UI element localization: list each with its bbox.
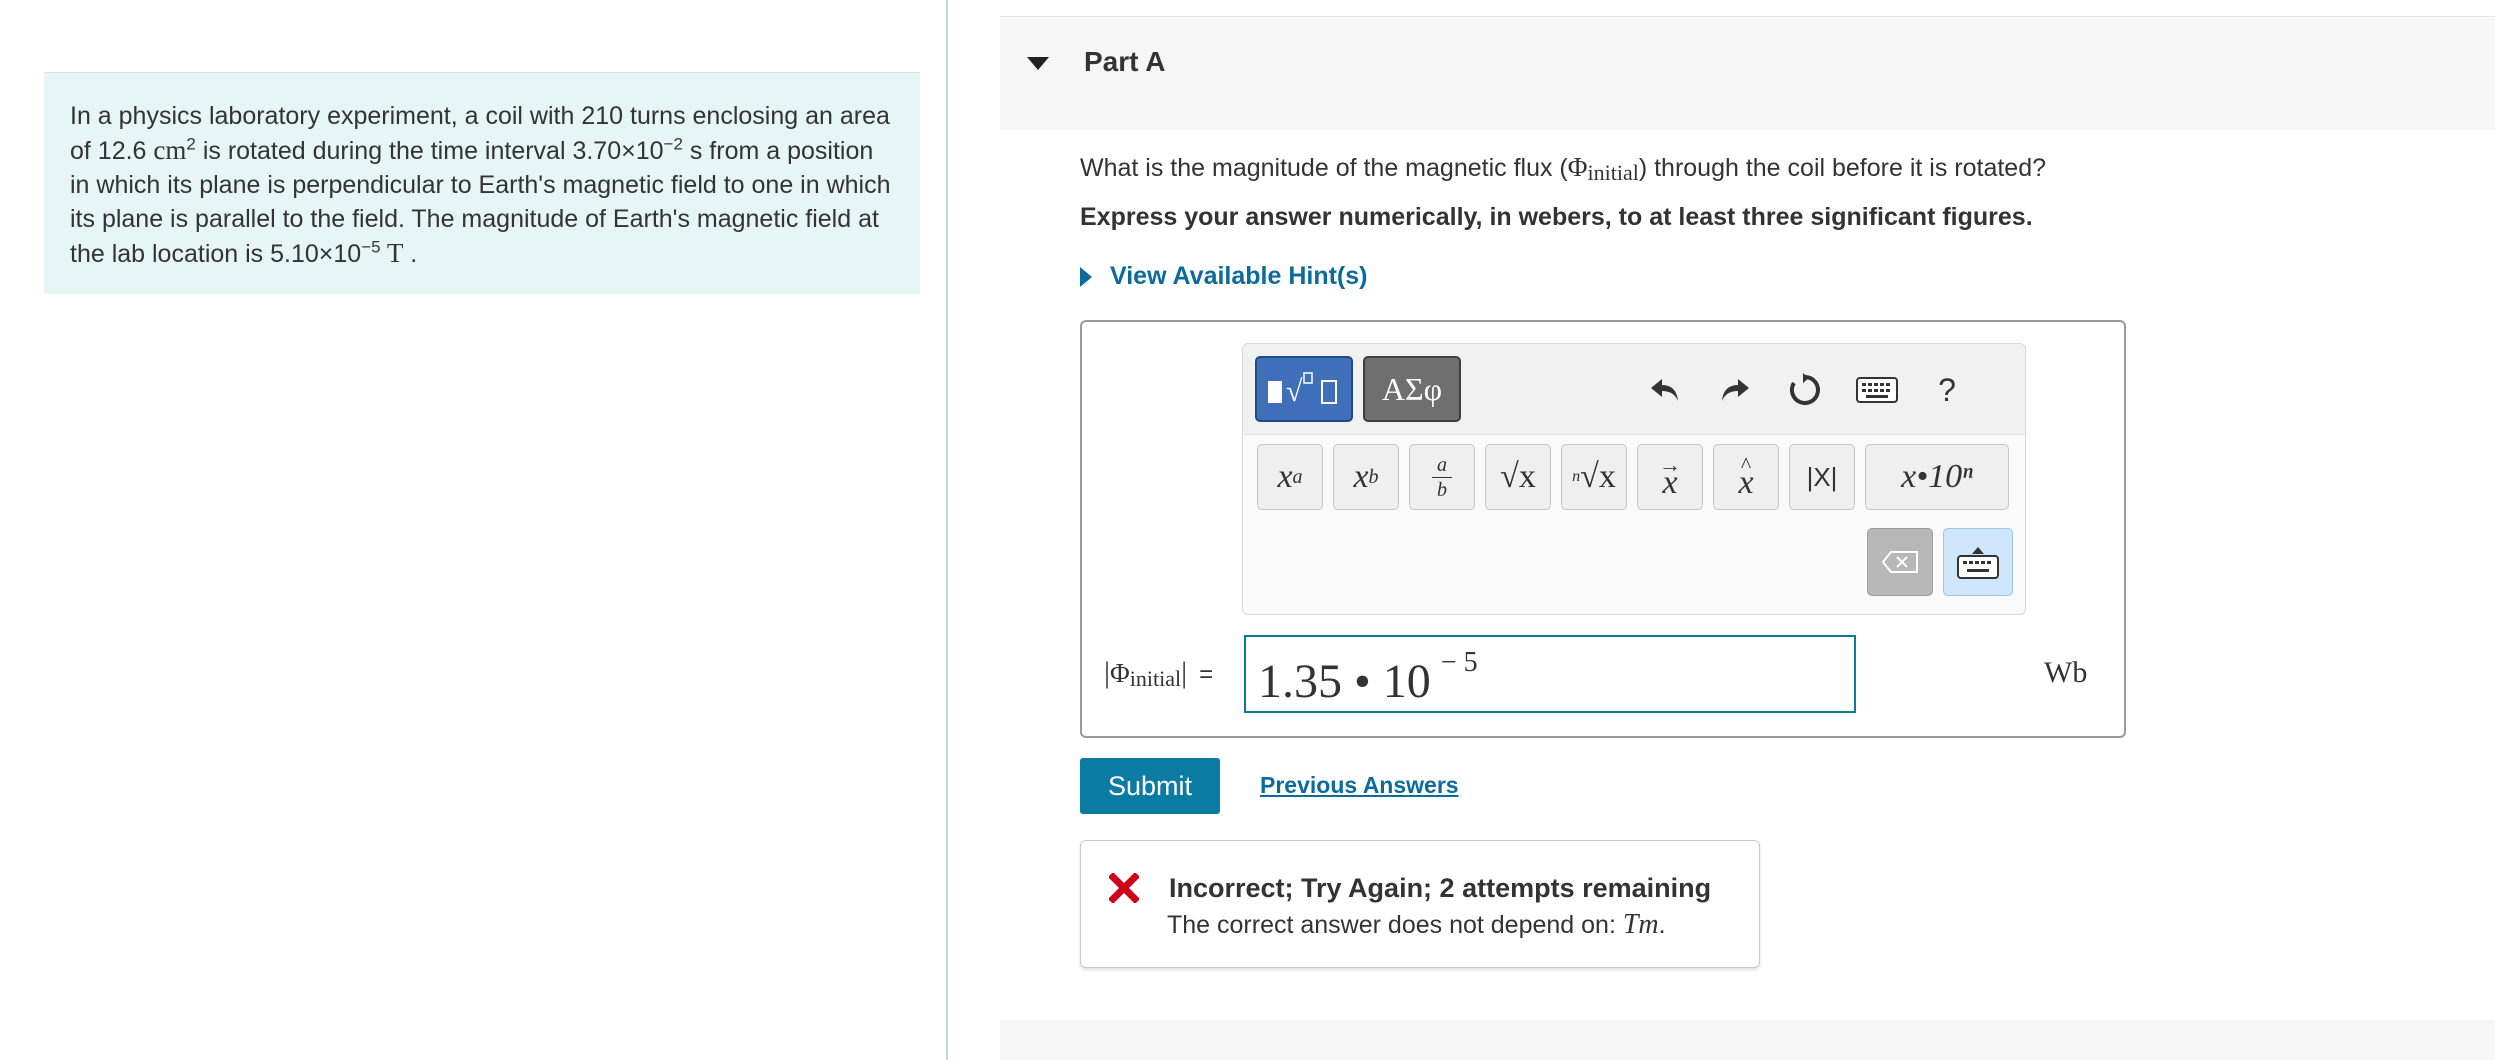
- question-prefix: What is the magnitude of the magnetic fl…: [1080, 154, 1568, 182]
- unit-vector-var: x: [1738, 464, 1754, 501]
- feedback-text-suffix: .: [1658, 911, 1666, 939]
- submit-button[interactable]: Submit: [1080, 758, 1220, 814]
- answer-unit: Wb: [2044, 656, 2088, 689]
- view-hints-toggle[interactable]: View Available Hint(s): [1080, 262, 1367, 291]
- fraction-bar: [1432, 476, 1452, 478]
- superscript-key[interactable]: xa: [1257, 444, 1323, 510]
- next-part-header[interactable]: [1000, 1020, 2495, 1060]
- nth-root-index: n: [1572, 468, 1581, 485]
- feedback-title: Incorrect; Try Again; 2 attempts remaini…: [1169, 873, 1712, 903]
- part-title: Part A: [1084, 46, 1166, 77]
- feedback-text: The correct answer does not depend on: T…: [1167, 909, 1666, 941]
- math-templates-button[interactable]: √: [1255, 356, 1353, 422]
- subscript-base: x: [1353, 458, 1369, 495]
- scientific-notation-key[interactable]: x•10ⁿ: [1865, 444, 2009, 510]
- absolute-value-key[interactable]: |X|: [1789, 444, 1855, 510]
- feedback-text-prefix: The correct answer does not depend on:: [1167, 911, 1623, 939]
- vector-key[interactable]: → x: [1637, 444, 1703, 510]
- superscript-exp: a: [1292, 466, 1303, 488]
- part-a-header[interactable]: [1000, 18, 2495, 130]
- previous-answers-link[interactable]: Previous Answers: [1260, 772, 1459, 799]
- templates-icon: √: [1268, 372, 1337, 408]
- answer-input[interactable]: 1.35 • 10 − 5: [1244, 635, 1856, 713]
- answer-mantissa: 1.35 • 10: [1258, 655, 1431, 708]
- answer-label-equals: =: [1199, 661, 1214, 688]
- nth-root-body: √x: [1580, 458, 1616, 495]
- top-divider: [1000, 16, 2495, 17]
- toolbar-top-row: √ ΑΣφ ?: [1243, 344, 2025, 435]
- undo-icon[interactable]: [1643, 368, 1687, 412]
- collapse-triangle-icon[interactable]: [1027, 57, 1049, 70]
- math-toolbar: √ ΑΣφ ? xa xb a b √x n √x → x ^ x |X| x•…: [1242, 343, 2026, 615]
- problem-text-2: is rotated during the time interval 3.70…: [195, 137, 664, 165]
- question-text: What is the magnitude of the magnetic fl…: [1080, 152, 2046, 186]
- answer-label: |Φinitial| =: [1104, 656, 1214, 691]
- problem-statement: In a physics laboratory experiment, a co…: [44, 72, 920, 294]
- incorrect-x-icon: [1109, 873, 1139, 903]
- problem-text-4: .: [403, 240, 418, 268]
- field-unit: T: [380, 238, 404, 268]
- fraction-denominator: b: [1437, 478, 1447, 501]
- answer-label-symbol: Φ: [1110, 658, 1130, 688]
- greek-symbols-button[interactable]: ΑΣφ: [1363, 356, 1461, 422]
- reset-icon[interactable]: [1783, 368, 1827, 412]
- help-button[interactable]: ?: [1925, 368, 1969, 412]
- expand-triangle-icon: [1080, 266, 1092, 287]
- time-exponent: −2: [663, 134, 683, 154]
- backspace-icon: [1881, 551, 1918, 573]
- question-symbol: Φ: [1567, 152, 1588, 182]
- feedback-variable: Tm: [1622, 909, 1659, 940]
- show-keyboard-key[interactable]: [1943, 528, 2013, 596]
- superscript-base: x: [1277, 458, 1293, 495]
- area-exponent: 2: [186, 134, 196, 154]
- panel-divider: [946, 0, 948, 1060]
- subscript-sub: b: [1368, 465, 1379, 488]
- area-unit: cm: [153, 135, 187, 165]
- svg-text:√: √: [1286, 375, 1303, 408]
- view-hints-label: View Available Hint(s): [1110, 262, 1368, 290]
- answer-instructions: Express your answer numerically, in webe…: [1080, 203, 2033, 231]
- question-suffix: ) through the coil before it is rotated?: [1638, 154, 2047, 182]
- sqrt-key[interactable]: √x: [1485, 444, 1551, 510]
- feedback-box: Incorrect; Try Again; 2 attempts remaini…: [1080, 840, 1760, 968]
- vector-var: x: [1662, 464, 1678, 501]
- answer-label-subscript: initial: [1129, 666, 1182, 691]
- backspace-key[interactable]: [1867, 528, 1933, 596]
- fraction-key[interactable]: a b: [1409, 444, 1475, 510]
- keyboard-icon: [1957, 555, 1999, 579]
- field-exponent: −5: [361, 237, 381, 257]
- caret-up-icon: [1972, 547, 1984, 554]
- keyboard-shortcuts-icon[interactable]: [1851, 368, 1903, 412]
- fraction-numerator: a: [1437, 453, 1447, 476]
- subscript-key[interactable]: xb: [1333, 444, 1399, 510]
- mastering-physics-page: In a physics laboratory experiment, a co…: [0, 0, 2495, 1060]
- question-subscript: initial: [1587, 160, 1639, 185]
- unit-vector-key[interactable]: ^ x: [1713, 444, 1779, 510]
- answer-exponent: − 5: [1440, 647, 1478, 678]
- redo-icon[interactable]: [1713, 368, 1757, 412]
- nth-root-key[interactable]: n √x: [1561, 444, 1627, 510]
